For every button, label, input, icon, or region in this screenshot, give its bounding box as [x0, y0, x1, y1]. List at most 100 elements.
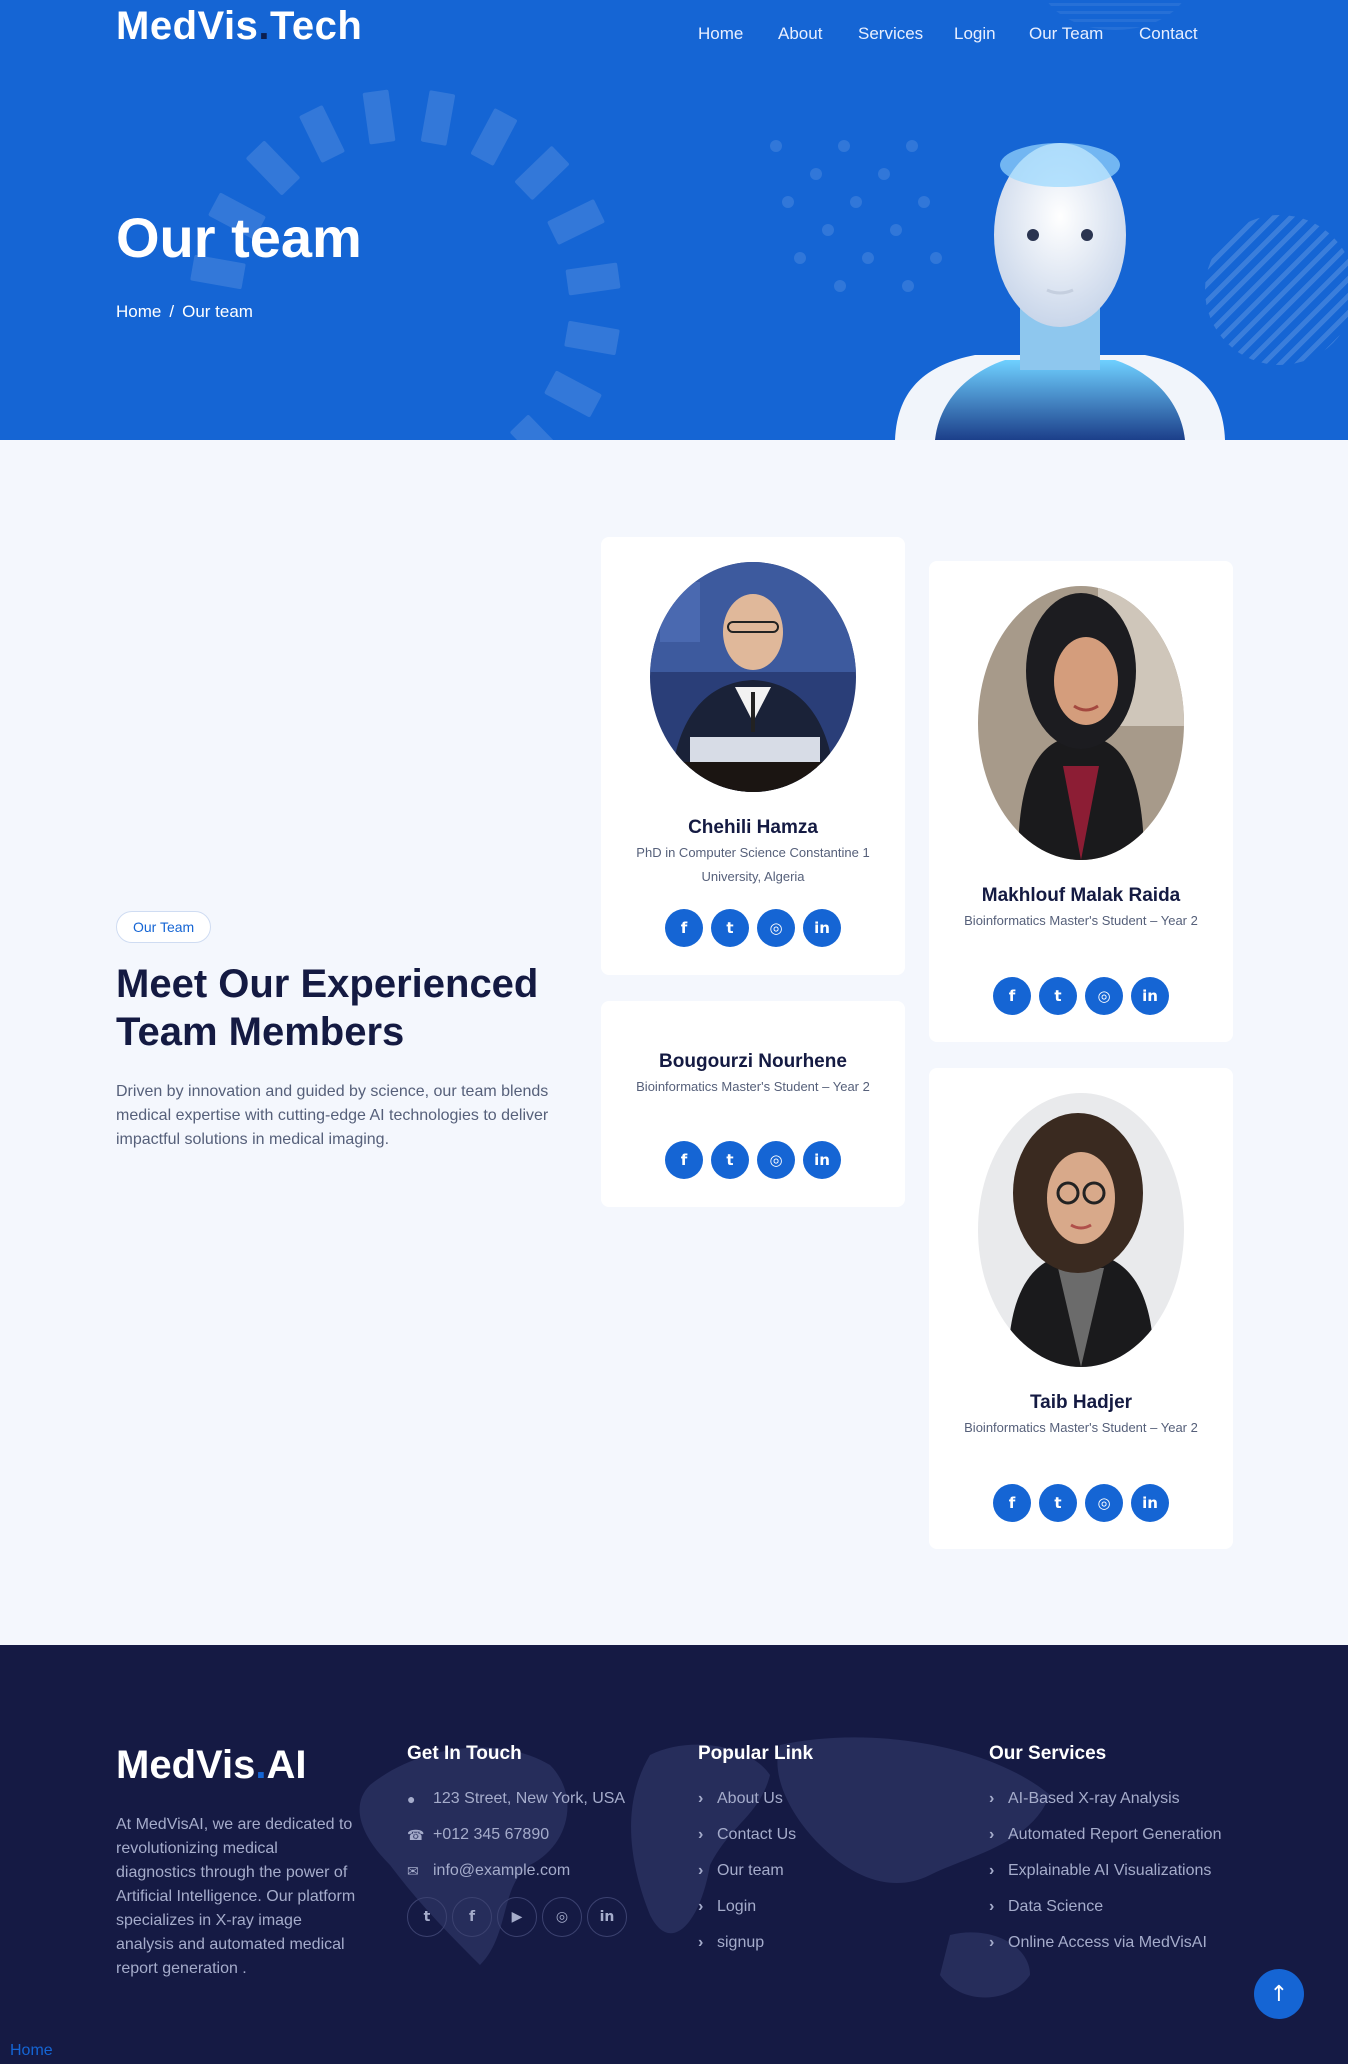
site-footer: MedVis.AI At MedVisAI, we are dedicated …: [0, 1645, 1348, 2064]
footer-link-signup[interactable]: › signup: [698, 1931, 958, 1955]
footer-services: Our Services › AI-Based X-ray Analysis › A…: [989, 1743, 1239, 1967]
member-name: Makhlouf Malak Raida: [981, 885, 1181, 906]
decor-dash: [420, 90, 456, 146]
team-card-makhlouf-malak-raida: Makhlouf Malak Raida Bioinformatics Mast…: [929, 561, 1233, 1042]
footer-service-xai[interactable]: › Explainable AI Visualizations: [989, 1859, 1239, 1883]
footer-popular-links: Popular Link › About Us › Contact Us › Our …: [698, 1743, 958, 1967]
footer-service-data-science[interactable]: › Data Science: [989, 1895, 1239, 1919]
chevron-right-icon: ›: [989, 1862, 995, 1879]
twitter-icon[interactable]: t: [1039, 1484, 1077, 1522]
nav-home[interactable]: Home: [698, 24, 743, 44]
main-nav: Home About Services Login Our Team Conta…: [0, 24, 1348, 46]
footer-logo[interactable]: MedVis.AI: [116, 1743, 306, 1788]
footer-popular-heading: Popular Link: [698, 1743, 814, 1764]
nav-services[interactable]: Services: [858, 24, 923, 44]
decor-dot: [794, 252, 806, 264]
footer-link-login[interactable]: › Login: [698, 1895, 958, 1919]
linkedin-icon[interactable]: in: [587, 1897, 627, 1937]
chevron-right-icon: ›: [989, 1790, 995, 1807]
decor-dash: [245, 140, 301, 197]
facebook-icon[interactable]: f: [993, 1484, 1031, 1522]
footer-service-report[interactable]: › Automated Report Generation: [989, 1823, 1239, 1847]
avatar-photo: [650, 562, 856, 792]
footer-contact-heading: Get In Touch: [407, 1743, 522, 1764]
team-card-bougourzi-nourhene: Bougourzi Nourhene Bioinformatics Master…: [601, 1001, 905, 1207]
chevron-right-icon: ›: [698, 1862, 704, 1879]
instagram-icon[interactable]: ◎: [757, 1141, 795, 1179]
linkedin-icon[interactable]: in: [803, 909, 841, 947]
decor-dot: [770, 140, 782, 152]
linkedin-icon[interactable]: in: [803, 1141, 841, 1179]
nav-about[interactable]: About: [778, 24, 822, 44]
member-socials: f t ◎ in: [929, 1484, 1233, 1522]
member-name: Bougourzi Nourhene: [659, 1051, 847, 1072]
footer-about: At MedVisAI, we are dedicated to revolut…: [116, 1816, 356, 1977]
arrow-up-icon: ↑: [1269, 1981, 1289, 2007]
instagram-icon[interactable]: ◎: [1085, 977, 1123, 1015]
footer-link-about-us[interactable]: › About Us: [698, 1787, 958, 1811]
member-socials: f t ◎ in: [929, 977, 1233, 1015]
footer-service-xray[interactable]: › AI-Based X-ray Analysis: [989, 1787, 1239, 1811]
nav-contact[interactable]: Contact: [1139, 24, 1198, 44]
member-socials: f t ◎ in: [601, 909, 905, 947]
decor-dash: [513, 145, 570, 201]
contact-address: ● 123 Street, New York, USA: [407, 1787, 667, 1811]
twitter-icon[interactable]: t: [1039, 977, 1077, 1015]
decor-dash: [470, 108, 518, 167]
linkedin-icon[interactable]: in: [1131, 977, 1169, 1015]
nav-login[interactable]: Login: [954, 24, 996, 44]
chevron-right-icon: ›: [698, 1826, 704, 1843]
team-card-chehili-hamza: Chehili Hamza PhD in Computer Science Co…: [601, 537, 905, 975]
contact-phone: ☎ +012 345 67890: [407, 1823, 667, 1847]
member-name: Chehili Hamza: [688, 817, 818, 838]
decor-dash: [362, 89, 396, 145]
footer-service-online-access[interactable]: › Online Access via MedVisAI: [989, 1931, 1239, 1955]
decor-dot: [838, 140, 850, 152]
section-description: Driven by innovation and guided by scien…: [116, 1083, 549, 1148]
decor-dash: [564, 320, 620, 356]
chevron-right-icon: ›: [698, 1898, 704, 1915]
chevron-right-icon: ›: [989, 1826, 995, 1843]
nav-our-team[interactable]: Our Team: [1029, 24, 1103, 44]
twitter-icon[interactable]: t: [711, 1141, 749, 1179]
member-role: Bioinformatics Master's Student – Year 2: [964, 913, 1198, 928]
member-role: Bioinformatics Master's Student – Year 2: [964, 1420, 1198, 1435]
member-role: Bioinformatics Master's Student – Year 2: [636, 1079, 870, 1094]
instagram-icon[interactable]: ◎: [757, 909, 795, 947]
instagram-icon[interactable]: ◎: [1085, 1484, 1123, 1522]
facebook-icon[interactable]: f: [452, 1897, 492, 1937]
decor-dot: [782, 196, 794, 208]
chevron-right-icon: ›: [698, 1934, 704, 1951]
decor-dot: [834, 280, 846, 292]
breadcrumb-separator: /: [169, 302, 175, 321]
contact-email[interactable]: ✉ info@example.com: [407, 1859, 667, 1883]
breadcrumb-current: Our team: [182, 302, 253, 321]
footer-contact: Get In Touch ● 123 Street, New York, USA …: [407, 1743, 667, 1937]
breadcrumb-home[interactable]: Home: [116, 302, 161, 322]
decor-dash: [565, 262, 621, 296]
bottom-home-link[interactable]: Home: [10, 2042, 53, 2060]
robot-illustration: [885, 140, 1235, 440]
team-card-taib-hadjer: Taib Hadjer Bioinformatics Master's Stud…: [929, 1068, 1233, 1549]
chevron-right-icon: ›: [989, 1934, 995, 1951]
footer-link-contact-us[interactable]: › Contact Us: [698, 1823, 958, 1847]
twitter-icon[interactable]: t: [711, 909, 749, 947]
chevron-right-icon: ›: [989, 1898, 995, 1915]
facebook-icon[interactable]: f: [665, 1141, 703, 1179]
decor-dot: [850, 196, 862, 208]
phone-icon: ☎: [407, 1827, 425, 1843]
instagram-icon[interactable]: ◎: [542, 1897, 582, 1937]
back-to-top-button[interactable]: ↑: [1254, 1969, 1304, 2019]
facebook-icon[interactable]: f: [993, 977, 1031, 1015]
facebook-icon[interactable]: f: [665, 909, 703, 947]
decor-dash: [546, 198, 605, 245]
twitter-icon[interactable]: t: [407, 1897, 447, 1937]
footer-link-our-team[interactable]: › Our team: [698, 1859, 958, 1883]
section-title: Meet Our Experienced Team Members: [116, 962, 539, 1054]
youtube-icon[interactable]: ▶: [497, 1897, 537, 1937]
linkedin-icon[interactable]: in: [1131, 1484, 1169, 1522]
member-name: Taib Hadjer: [1029, 1392, 1133, 1413]
decor-dot: [810, 168, 822, 180]
chevron-right-icon: ›: [698, 1790, 704, 1807]
breadcrumb: Home / Our team: [116, 302, 253, 322]
